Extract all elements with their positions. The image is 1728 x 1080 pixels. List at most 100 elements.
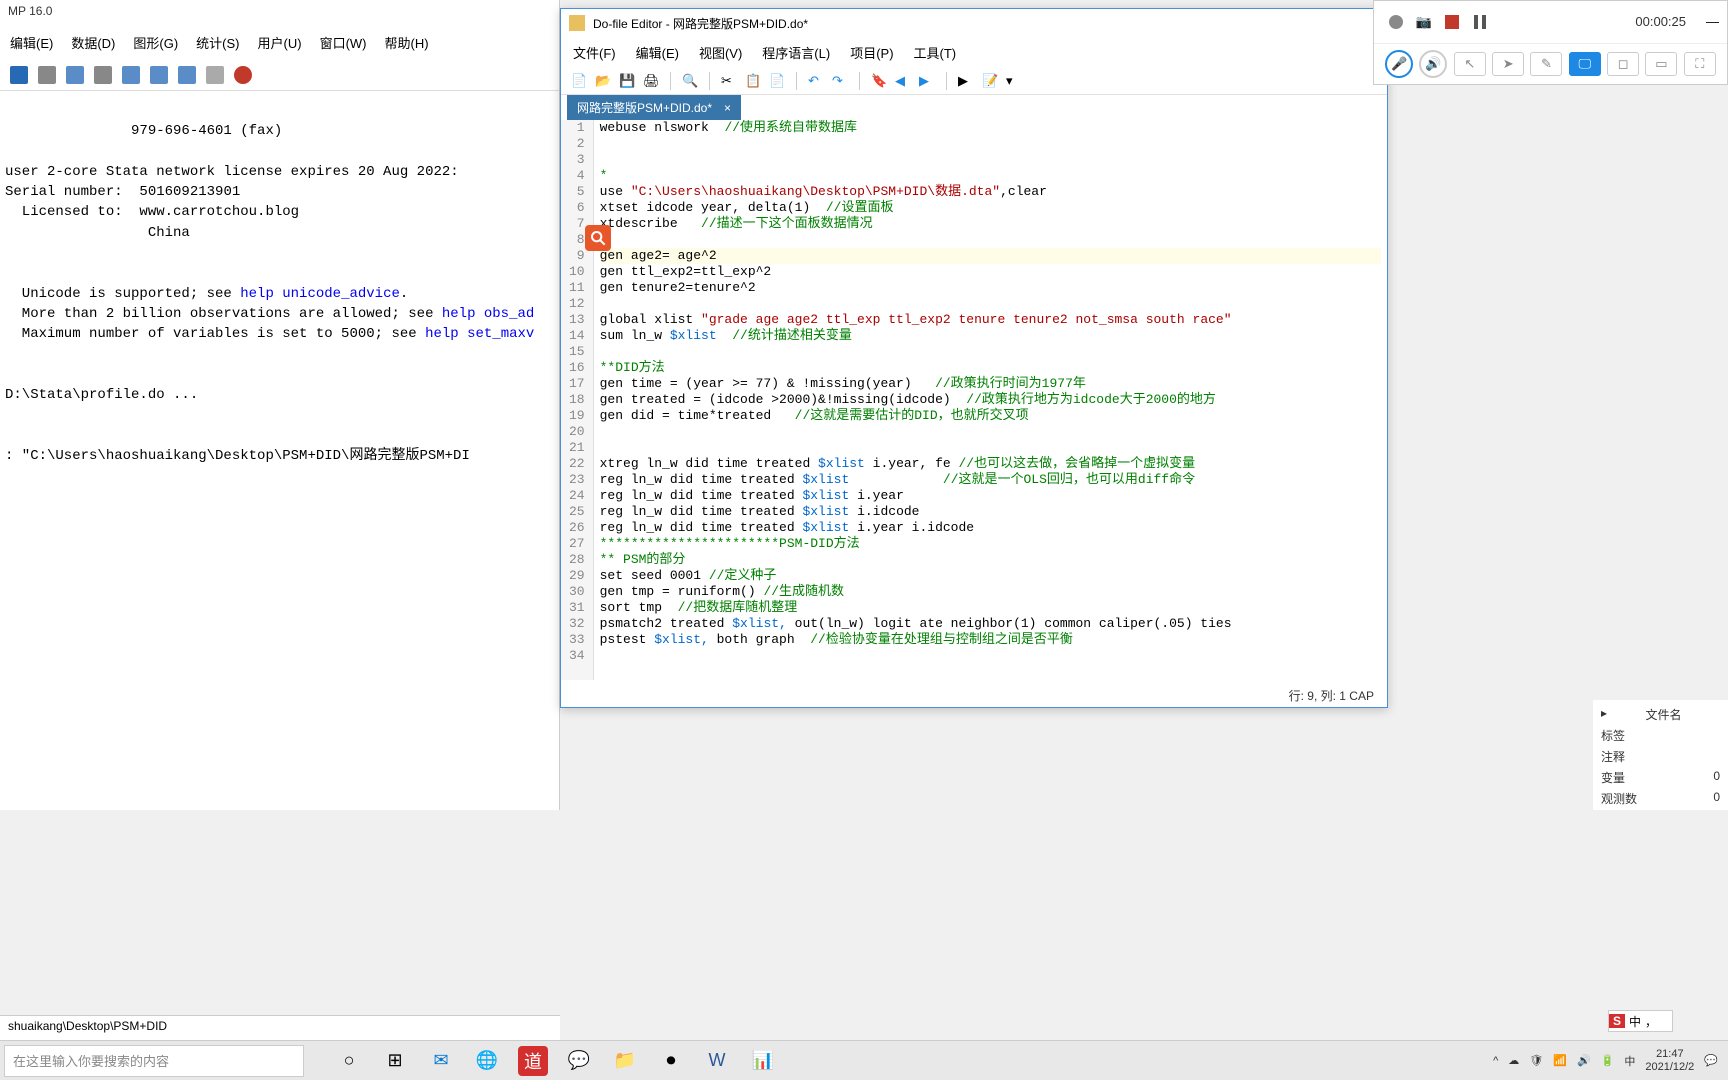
cursor-tool-icon[interactable]: ↖ <box>1454 52 1486 76</box>
stop-icon[interactable] <box>234 66 252 84</box>
edit-icon[interactable] <box>150 66 168 84</box>
bookmark-prev-icon[interactable]: ◀ <box>895 73 911 89</box>
window-tool-icon[interactable]: ◻ <box>1607 52 1639 76</box>
tray-ime-icon[interactable]: 中 <box>1624 1053 1635 1069</box>
browse-icon[interactable] <box>122 66 140 84</box>
region-tool-icon[interactable]: ▭ <box>1645 52 1677 76</box>
do-icon[interactable] <box>94 66 112 84</box>
pause-button[interactable] <box>1466 8 1494 36</box>
screen-tool-icon[interactable]: 🖵 <box>1569 52 1601 76</box>
ime-indicator[interactable]: S中， <box>1608 1010 1673 1032</box>
save-icon[interactable]: 💾 <box>619 73 635 89</box>
properties-panel: ▸文件名 标签 注释 变量0 观测数0 <box>1593 700 1728 810</box>
maxvar-link[interactable]: help set_maxv <box>425 326 534 342</box>
unicode-link[interactable]: help unicode_advice <box>240 286 400 302</box>
dofile-menu-tools[interactable]: 工具(T) <box>914 43 957 62</box>
redo-icon[interactable]: ↷ <box>832 73 848 89</box>
find-icon[interactable]: 🔍 <box>682 73 698 89</box>
cortana-icon[interactable]: ○ <box>334 1046 364 1076</box>
stata-command-path[interactable]: shuaikang\Desktop\PSM+DID <box>0 1015 560 1040</box>
prop-vars-val: 0 <box>1713 769 1720 786</box>
tray-shield-icon[interactable]: 🛡 <box>1529 1054 1543 1067</box>
cut-icon[interactable]: ✂ <box>721 73 737 89</box>
bookmark-next-icon[interactable]: ▶ <box>919 73 935 89</box>
dofile-menu-project[interactable]: 项目(P) <box>850 43 893 62</box>
recorder-stop-button[interactable] <box>1382 8 1410 36</box>
execute-icon[interactable]: ▶ <box>958 73 974 89</box>
bookmark-add-icon[interactable]: 🔖 <box>871 73 887 89</box>
dofile-statusbar: 行: 9, 列: 1 CAP <box>1286 684 1377 707</box>
dofile-title: Do-file Editor - 网路完整版PSM+DID.do* <box>593 15 808 32</box>
menu-window[interactable]: 窗口(W) <box>320 33 367 52</box>
licensed-label: Licensed to: <box>5 204 123 220</box>
pen-tool-icon[interactable]: ✎ <box>1530 52 1562 76</box>
serial-label: Serial number: <box>5 184 123 200</box>
run-selection-icon[interactable]: 📝 <box>982 73 998 89</box>
tray-chevron-icon[interactable]: ^ <box>1493 1055 1498 1067</box>
menu-graph[interactable]: 图形(G) <box>133 33 178 52</box>
new-icon[interactable]: 📄 <box>571 73 587 89</box>
print-icon[interactable]: 🖨 <box>643 73 659 89</box>
dofile-menu-view[interactable]: 视图(V) <box>699 43 742 62</box>
dropdown-icon[interactable]: ▾ <box>1006 73 1022 89</box>
search-magnifier-icon[interactable] <box>585 225 611 251</box>
break-icon[interactable] <box>206 66 224 84</box>
open-icon[interactable]: 📂 <box>595 73 611 89</box>
code-content[interactable]: webuse nlswork //使用系统自带数据库 *use "C:\User… <box>594 120 1387 680</box>
stata-app-icon[interactable]: 📊 <box>748 1046 778 1076</box>
undo-icon[interactable]: ↶ <box>808 73 824 89</box>
code-editor[interactable]: 1234567891011121314151617181920212223242… <box>561 120 1387 680</box>
menu-user[interactable]: 用户(U) <box>258 33 302 52</box>
file-explorer-icon[interactable]: 📁 <box>610 1046 640 1076</box>
taskbar-search-input[interactable]: 在这里输入你要搜索的内容 <box>4 1045 304 1077</box>
tray-volume-icon[interactable]: 🔊 <box>1577 1054 1591 1067</box>
graph-icon[interactable] <box>66 66 84 84</box>
search-placeholder: 在这里输入你要搜索的内容 <box>13 1051 169 1070</box>
recorder-app-icon[interactable]: ⏺ <box>656 1046 686 1076</box>
speaker-icon[interactable]: 🔊 <box>1419 50 1447 78</box>
licensed-value: www.carrotchou.blog <box>123 204 299 220</box>
save-icon[interactable] <box>10 66 28 84</box>
pointer-tool-icon[interactable]: ➤ <box>1492 52 1524 76</box>
word-icon[interactable]: W <box>702 1046 732 1076</box>
dofile-tab-label: 网路完整版PSM+DID.do* <box>577 99 712 116</box>
minimize-button[interactable]: — <box>1706 14 1719 29</box>
profile-line: D:\Stata\profile.do ... <box>5 387 198 403</box>
paste-icon[interactable]: 📄 <box>769 73 785 89</box>
fullscreen-tool-icon[interactable]: ⛶ <box>1684 52 1716 76</box>
dofile-menu-edit[interactable]: 编辑(E) <box>636 43 679 62</box>
mic-icon[interactable]: 🎤 <box>1385 50 1413 78</box>
menu-help[interactable]: 帮助(H) <box>385 33 429 52</box>
mail-app-icon[interactable]: ✉ <box>426 1046 456 1076</box>
dofile-menu-lang[interactable]: 程序语言(L) <box>762 43 830 62</box>
obs-link[interactable]: help obs_ad <box>442 306 534 322</box>
taskbar-clock[interactable]: 21:47 2021/12/2 <box>1645 1048 1694 1072</box>
menu-data[interactable]: 数据(D) <box>71 33 115 52</box>
tray-onedrive-icon[interactable]: ☁ <box>1508 1054 1519 1067</box>
tray-battery-icon[interactable]: 🔋 <box>1601 1054 1615 1067</box>
tray-wifi-icon[interactable]: 📶 <box>1553 1054 1567 1067</box>
fax-line: 979-696-4601 (fax) <box>5 123 282 139</box>
camera-icon[interactable]: 📷 <box>1410 8 1438 36</box>
task-view-icon[interactable]: ⊞ <box>380 1046 410 1076</box>
menu-edit[interactable]: 编辑(E) <box>10 33 53 52</box>
data-editor-icon[interactable] <box>178 66 196 84</box>
serial-value: 501609213901 <box>123 184 241 200</box>
view-icon[interactable] <box>38 66 56 84</box>
stata-results-window[interactable]: 979-696-4601 (fax) user 2-core Stata net… <box>0 91 559 497</box>
line-gutter: 1234567891011121314151617181920212223242… <box>561 120 594 680</box>
dofile-menu-file[interactable]: 文件(F) <box>573 43 616 62</box>
dofile-tab[interactable]: 网路完整版PSM+DID.do* × <box>567 95 741 120</box>
prop-filename: 文件名 <box>1646 706 1682 723</box>
record-button[interactable] <box>1438 8 1466 36</box>
dofile-titlebar[interactable]: Do-file Editor - 网路完整版PSM+DID.do* <box>561 9 1387 37</box>
copy-icon[interactable]: 📋 <box>745 73 761 89</box>
chrome-icon[interactable]: 🌐 <box>472 1046 502 1076</box>
close-icon[interactable]: × <box>724 101 731 115</box>
menu-stats[interactable]: 统计(S) <box>196 33 239 52</box>
wechat-icon[interactable]: 💬 <box>564 1046 594 1076</box>
screen-recorder-panel: 📷 00:00:25 — 🎤 🔊 ↖ ➤ ✎ 🖵 ◻ ▭ ⛶ <box>1373 0 1728 85</box>
youdao-icon[interactable]: 道 <box>518 1046 548 1076</box>
country: China <box>5 225 190 241</box>
notifications-icon[interactable]: 💬 <box>1704 1054 1718 1067</box>
